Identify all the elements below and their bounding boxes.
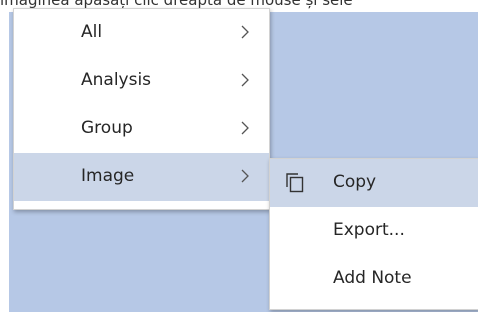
menu-item-label: Analysis <box>81 70 152 90</box>
submenu-item-copy[interactable]: Copy <box>270 159 478 207</box>
chevron-right-icon <box>241 73 249 87</box>
submenu-item-label: Add Note <box>333 268 412 288</box>
menu-item-label: Group <box>81 118 133 138</box>
chevron-right-icon <box>241 25 249 39</box>
menu-item-analysis[interactable]: Analysis <box>14 57 269 105</box>
submenu-item-export[interactable]: Export... <box>270 207 478 255</box>
chevron-right-icon <box>241 169 249 183</box>
menu-item-label: All <box>81 22 103 42</box>
menu-item-label: Image <box>81 166 135 186</box>
submenu-item-label: Export... <box>333 220 405 240</box>
image-submenu: Copy Export... Add Note <box>269 158 478 310</box>
submenu-item-add-note[interactable]: Add Note <box>270 255 478 303</box>
submenu-item-label: Copy <box>333 172 377 192</box>
context-menu: All Analysis Group Image <box>13 8 270 210</box>
menu-item-group[interactable]: Group <box>14 105 269 153</box>
menu-item-all[interactable]: All <box>14 9 269 57</box>
chevron-right-icon <box>241 121 249 135</box>
copy-icon <box>286 173 304 193</box>
menu-item-image[interactable]: Image <box>14 153 269 201</box>
